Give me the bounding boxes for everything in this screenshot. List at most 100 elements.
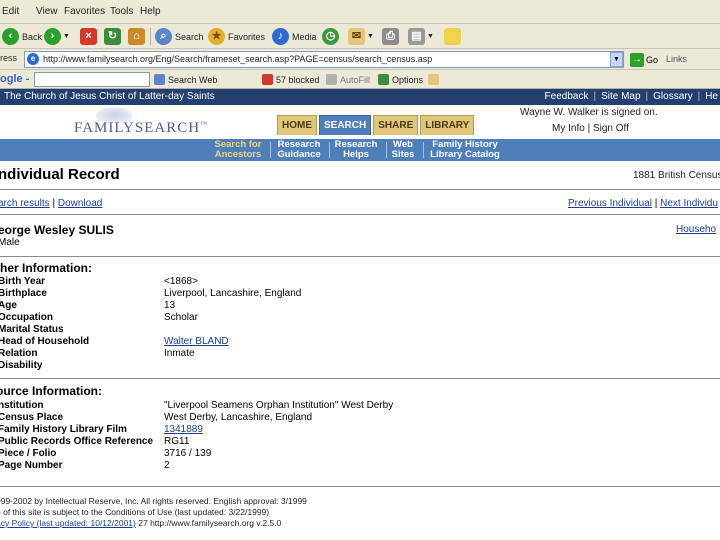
search-icon: ⌕ xyxy=(155,28,172,45)
person-name: eorge Wesley SULIS xyxy=(0,223,114,237)
feedback-link[interactable]: Feedback xyxy=(545,91,589,102)
field-label: Disability xyxy=(0,360,43,371)
privacy-policy-link[interactable]: acy Policy (last updated: 10/12/2001) xyxy=(0,518,136,528)
favorites-label: Favorites xyxy=(228,31,266,42)
tab-search[interactable]: SEARCH xyxy=(319,115,372,135)
media-button[interactable]: ♪ Media xyxy=(272,27,317,46)
edit-button[interactable]: ▤ ▼ xyxy=(408,27,434,46)
menu-bar: Edit View Favorites Tools Help xyxy=(0,0,720,24)
autofill-button[interactable]: AutoFill xyxy=(326,74,370,85)
field-value: 13 xyxy=(164,300,176,311)
menu-help[interactable]: Help xyxy=(140,6,161,17)
notes-button[interactable] xyxy=(444,27,461,46)
go-button[interactable]: → Go xyxy=(630,52,658,68)
highlight-button[interactable] xyxy=(428,74,442,85)
tab-library[interactable]: LIBRARY xyxy=(420,115,475,135)
familysearch-logo[interactable]: FAMILYSEARCH™ xyxy=(74,120,208,137)
address-bar: ress http://www.familysearch.org/Eng/Sea… xyxy=(0,49,720,70)
field-value: Liverpool, Lancashire, England xyxy=(164,288,302,299)
forward-arrow-icon: › xyxy=(44,28,61,45)
divider xyxy=(0,214,720,215)
film-number-link[interactable]: 1341889 xyxy=(164,424,203,435)
previous-individual-link[interactable]: Previous Individual xyxy=(568,198,652,209)
subnav-research-guidance[interactable]: Research Guidance xyxy=(274,140,324,160)
subnav-family-history-library-catalog[interactable]: Family History Library Catalog xyxy=(426,140,504,160)
subnav-web-sites[interactable]: Web Sites xyxy=(388,140,418,160)
field-label: Birth Year xyxy=(0,276,46,287)
autofill-label: AutoFill xyxy=(340,74,371,85)
sign-off-link[interactable]: Sign Off xyxy=(593,123,629,134)
field-label: nstitution xyxy=(0,400,44,411)
address-input[interactable]: http://www.familysearch.org/Eng/Search/f… xyxy=(24,51,624,68)
mail-button[interactable]: ✉ ▼ xyxy=(348,27,374,46)
subnav-search-for-ancestors[interactable]: Search for Ancestors xyxy=(210,140,266,160)
church-name[interactable]: The Church of Jesus Christ of Latter-day… xyxy=(4,91,215,102)
menu-tools[interactable]: Tools xyxy=(110,6,133,17)
mail-icon: ✉ xyxy=(348,28,365,45)
search-button[interactable]: ⌕ Search xyxy=(155,27,204,46)
help-link[interactable]: He xyxy=(705,91,718,102)
field-value: <1868> xyxy=(164,276,198,287)
download-link[interactable]: Download xyxy=(58,198,102,209)
divider xyxy=(0,378,720,379)
edit-icon: ▤ xyxy=(408,28,425,45)
options-button[interactable]: Options xyxy=(378,74,423,85)
signed-on-message: Wayne W. Walker is signed on. xyxy=(520,107,658,118)
media-icon: ♪ xyxy=(272,28,289,45)
account-links: My Info | Sign Off xyxy=(552,123,629,134)
home-button[interactable]: ⌂ xyxy=(128,27,145,46)
stop-button[interactable]: × xyxy=(80,27,97,46)
back-label: Back xyxy=(22,31,43,42)
search-results-link[interactable]: arch results xyxy=(0,198,50,209)
field-value: Scholar xyxy=(164,312,198,323)
popup-blocked-icon xyxy=(262,74,273,85)
privacy-line: acy Policy (last updated: 10/12/2001) 27… xyxy=(0,518,281,528)
print-button[interactable]: ⎙ xyxy=(382,27,399,46)
tab-home[interactable]: HOME xyxy=(277,115,317,135)
subnav-research-helps[interactable]: Research Helps xyxy=(331,140,381,160)
person-sex: Male xyxy=(0,237,20,248)
field-label: Occupation xyxy=(0,312,54,323)
chevron-down-icon: ▼ xyxy=(427,33,434,40)
head-of-household-link[interactable]: Walter BLAND xyxy=(164,336,229,347)
google-search-web-button[interactable]: Search Web xyxy=(154,74,217,85)
glossary-link[interactable]: Glossary xyxy=(653,91,692,102)
address-dropdown-icon[interactable]: ▼ xyxy=(610,52,623,67)
go-arrow-icon: → xyxy=(630,53,644,67)
tab-share[interactable]: SHARE xyxy=(373,115,419,135)
menu-view[interactable]: View xyxy=(36,6,58,17)
popup-blocker-button[interactable]: 57 blocked xyxy=(262,74,320,85)
field-label: Census Place xyxy=(0,412,64,423)
links-label[interactable]: Links xyxy=(666,54,687,64)
divider xyxy=(0,256,720,257)
refresh-button[interactable]: ↻ xyxy=(104,27,121,46)
stop-icon: × xyxy=(80,28,97,45)
search-subnav: Search for Ancestors Research Guidance Res… xyxy=(0,139,720,161)
next-individual-link[interactable]: Next Individu xyxy=(660,198,718,209)
menu-edit[interactable]: Edit xyxy=(2,6,19,17)
history-button[interactable]: ◷ xyxy=(322,27,339,46)
google-search-input[interactable] xyxy=(34,72,150,87)
menu-favorites[interactable]: Favorites xyxy=(64,6,105,17)
options-label: Options xyxy=(392,74,424,85)
search-web-label: Search Web xyxy=(168,74,218,85)
field-label: Birthplace xyxy=(0,288,47,299)
other-information-heading: ther Information: xyxy=(0,261,92,275)
favorites-button[interactable]: ★ Favorites xyxy=(208,27,265,46)
field-value: "Liverpool Seamens Orphan Institution" W… xyxy=(164,400,394,411)
site-map-link[interactable]: Site Map xyxy=(601,91,640,102)
source-information-heading: ource Information: xyxy=(0,384,103,398)
household-link[interactable]: Househo xyxy=(676,224,716,235)
note-icon xyxy=(444,28,461,45)
google-logo[interactable]: ogle - xyxy=(0,73,29,85)
history-icon: ◷ xyxy=(322,28,339,45)
media-label: Media xyxy=(292,31,317,42)
divider xyxy=(0,486,720,487)
field-value: 3716 / 139 xyxy=(164,448,212,459)
forward-button[interactable]: › ▼ xyxy=(44,27,70,46)
search-label: Search xyxy=(175,31,204,42)
my-info-link[interactable]: My Info xyxy=(552,123,585,134)
conditions-notice: e of this site is subject to the Conditi… xyxy=(0,507,270,517)
field-label: Family History Library Film xyxy=(0,424,127,435)
pencil-icon xyxy=(428,74,439,85)
